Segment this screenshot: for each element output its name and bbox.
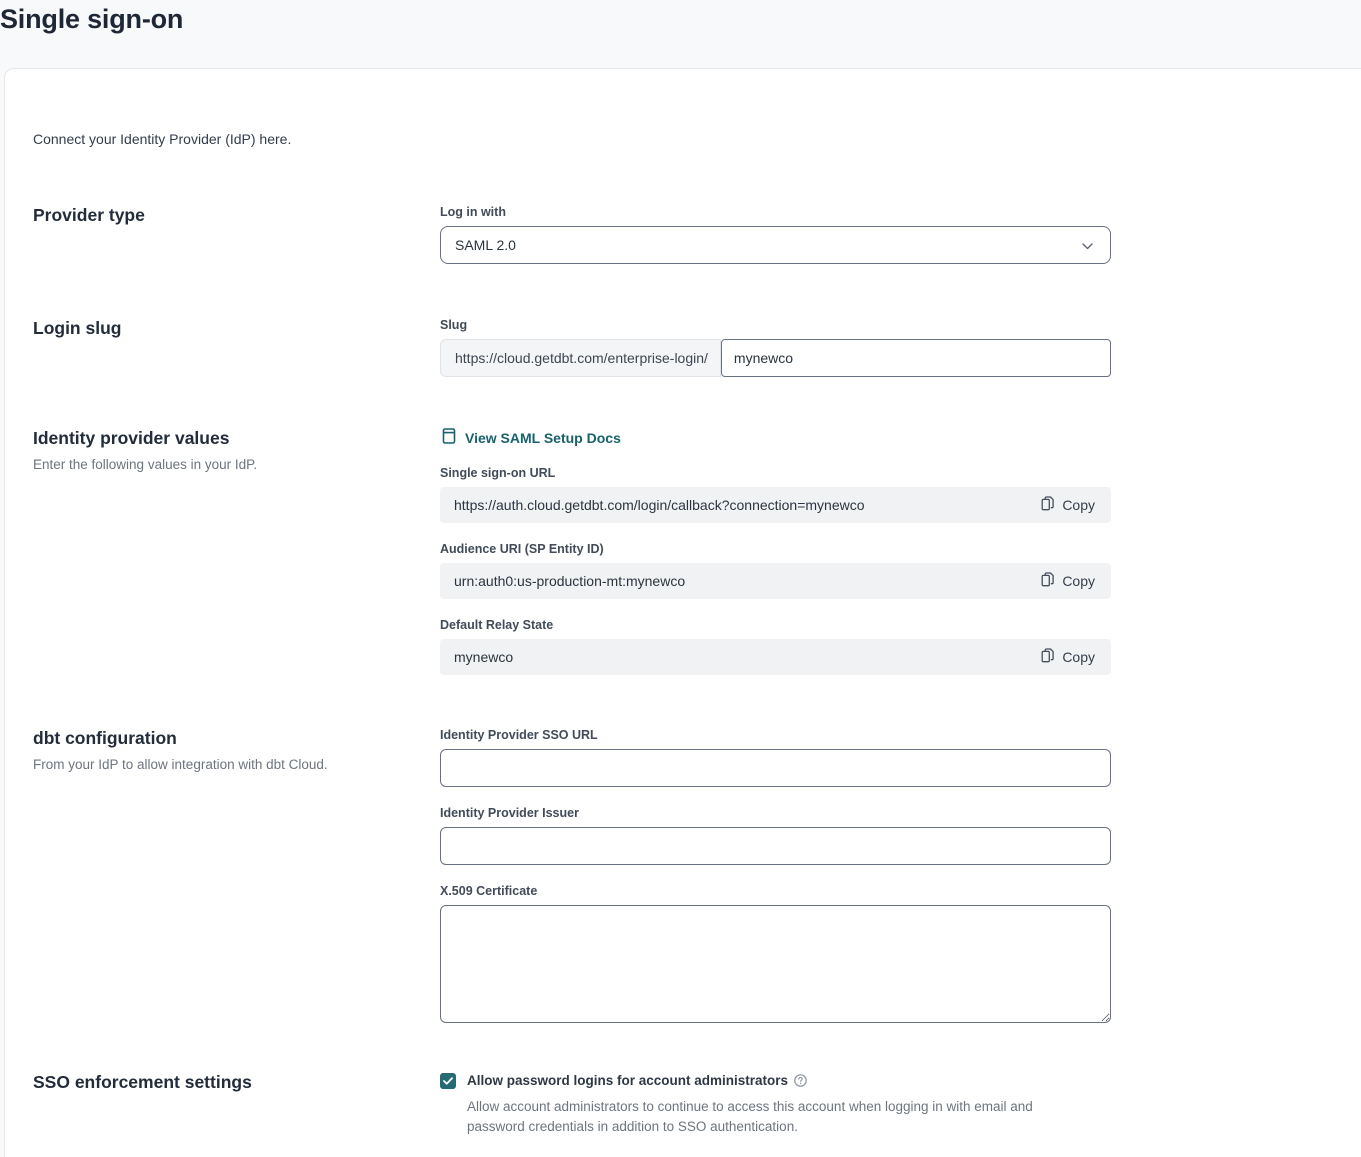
section-idp-values: Identity provider values Enter the follo…: [33, 428, 1361, 675]
copy-sso-url-button[interactable]: Copy: [1041, 496, 1095, 514]
copy-button-label: Copy: [1062, 573, 1095, 589]
relay-state-group: Default Relay State mynewco Copy: [440, 618, 1111, 675]
idp-issuer-input[interactable]: [440, 827, 1111, 865]
slug-label: Slug: [440, 318, 1111, 333]
relay-state-label: Default Relay State: [440, 618, 1111, 633]
audience-uri-value: urn:auth0:us-production-mt:mynewco: [454, 573, 1041, 589]
idp-issuer-group: Identity Provider Issuer: [440, 806, 1111, 865]
sso-url-group: Single sign-on URL https://auth.cloud.ge…: [440, 466, 1111, 523]
view-saml-docs-link[interactable]: View SAML Setup Docs: [442, 428, 621, 447]
intro-text: Connect your Identity Provider (IdP) her…: [33, 69, 1361, 147]
idp-issuer-label: Identity Provider Issuer: [440, 806, 1111, 821]
provider-type-select[interactable]: SAML 2.0: [440, 226, 1111, 264]
sso-url-value: https://auth.cloud.getdbt.com/login/call…: [454, 497, 1041, 513]
journal-icon: [442, 428, 456, 447]
slug-input-group: https://cloud.getdbt.com/enterprise-logi…: [440, 339, 1111, 377]
certificate-label: X.509 Certificate: [440, 884, 1111, 899]
slug-input[interactable]: [721, 339, 1111, 377]
audience-uri-label: Audience URI (SP Entity ID): [440, 542, 1111, 557]
relay-state-readonly-field: mynewco Copy: [440, 639, 1111, 675]
sso-url-readonly-field: https://auth.cloud.getdbt.com/login/call…: [440, 487, 1111, 523]
idp-values-heading: Identity provider values: [33, 428, 440, 448]
slug-url-prefix: https://cloud.getdbt.com/enterprise-logi…: [440, 339, 721, 377]
section-dbt-configuration: dbt configuration From your IdP to allow…: [33, 728, 1361, 1028]
copy-button-label: Copy: [1062, 649, 1095, 665]
login-with-label: Log in with: [440, 205, 1111, 220]
copy-icon: [1041, 572, 1054, 590]
audience-uri-readonly-field: urn:auth0:us-production-mt:mynewco Copy: [440, 563, 1111, 599]
copy-audience-uri-button[interactable]: Copy: [1041, 572, 1095, 590]
password-logins-checkbox[interactable]: [440, 1073, 456, 1089]
page-header: Single sign-on: [0, 0, 1361, 68]
provider-type-selected-value: SAML 2.0: [455, 237, 516, 253]
check-icon: [443, 1072, 453, 1090]
copy-relay-state-button[interactable]: Copy: [1041, 648, 1095, 666]
certificate-textarea[interactable]: [440, 905, 1111, 1023]
section-login-slug: Login slug Slug https://cloud.getdbt.com…: [33, 318, 1361, 377]
section-sso-enforcement: SSO enforcement settings Allow password …: [33, 1072, 1361, 1137]
audience-uri-group: Audience URI (SP Entity ID) urn:auth0:us…: [440, 542, 1111, 599]
login-slug-heading: Login slug: [33, 318, 440, 338]
page-title: Single sign-on: [0, 0, 1361, 35]
certificate-group: X.509 Certificate: [440, 884, 1111, 1028]
sso-enforcement-heading: SSO enforcement settings: [33, 1072, 440, 1092]
idp-sso-url-label: Identity Provider SSO URL: [440, 728, 1111, 743]
password-logins-checkbox-row: Allow password logins for account admini…: [440, 1072, 1111, 1092]
sso-settings-card: Connect your Identity Provider (IdP) her…: [4, 68, 1361, 1157]
copy-icon: [1041, 648, 1054, 666]
section-provider-type: Provider type Log in with SAML 2.0: [33, 205, 1361, 264]
idp-values-subtext: Enter the following values in your IdP.: [33, 457, 440, 472]
dbt-configuration-subtext: From your IdP to allow integration with …: [33, 757, 440, 772]
relay-state-value: mynewco: [454, 649, 1041, 665]
password-logins-help-text: Allow account administrators to continue…: [467, 1097, 1092, 1137]
password-logins-label: Allow password logins for account admini…: [467, 1072, 807, 1092]
dbt-configuration-heading: dbt configuration: [33, 728, 440, 748]
copy-button-label: Copy: [1062, 497, 1095, 513]
view-saml-docs-label: View SAML Setup Docs: [465, 430, 621, 446]
copy-icon: [1041, 496, 1054, 514]
chevron-down-icon: [1082, 237, 1093, 253]
idp-sso-url-input[interactable]: [440, 749, 1111, 787]
idp-sso-url-group: Identity Provider SSO URL: [440, 728, 1111, 787]
sso-url-label: Single sign-on URL: [440, 466, 1111, 481]
help-circle-icon[interactable]: [794, 1075, 807, 1090]
provider-type-heading: Provider type: [33, 205, 440, 225]
